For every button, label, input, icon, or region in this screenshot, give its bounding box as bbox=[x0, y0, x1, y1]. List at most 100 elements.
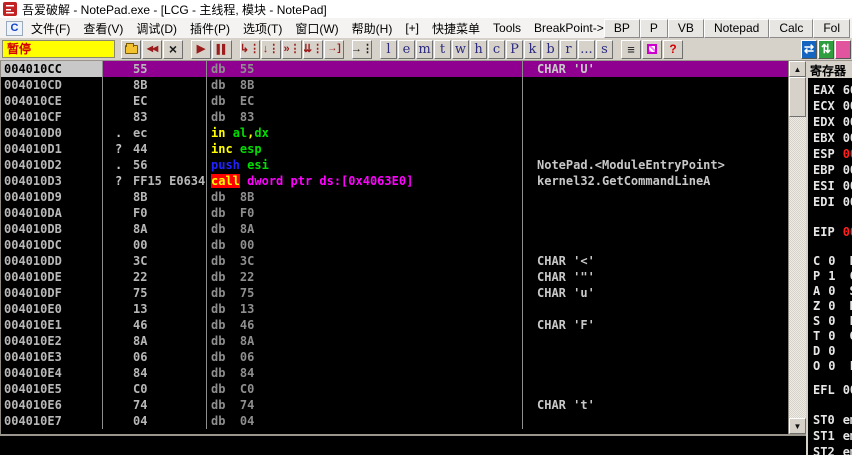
breakpoints-window-button[interactable]: b bbox=[542, 40, 559, 59]
menu-item[interactable]: 选项(T) bbox=[243, 20, 282, 37]
scrollbar-thumb[interactable] bbox=[789, 77, 806, 117]
swap-panes-button[interactable]: ⇄ bbox=[801, 40, 817, 59]
disassembly-scrollbar[interactable]: ▲ ▼ bbox=[788, 61, 806, 434]
flag-row-t[interactable]: T0G bbox=[808, 329, 852, 344]
flag-row-s[interactable]: S0F bbox=[808, 314, 852, 329]
disassembly-row[interactable]: 004010CD 8B db 8B bbox=[1, 77, 788, 93]
menu-item[interactable]: 插件(P) bbox=[190, 20, 230, 37]
plugin-button-calc[interactable]: Calc bbox=[769, 19, 813, 38]
disassembly-row[interactable]: 004010E5 C0 db C0 bbox=[1, 381, 788, 397]
help-button[interactable]: ? bbox=[663, 40, 683, 59]
menu-item[interactable]: 查看(V) bbox=[83, 20, 123, 37]
flag-row-c[interactable]: C0E bbox=[808, 254, 852, 269]
call-stack-window-button[interactable]: k bbox=[524, 40, 541, 59]
disassembly-row[interactable]: 004010E1 46 db 46 CHAR 'F' bbox=[1, 317, 788, 333]
disassembly-row[interactable]: 004010D3 ?FF15 E0634000 call dword ptr d… bbox=[1, 173, 788, 189]
disassembly-row[interactable]: 004010E7 04 db 04 bbox=[1, 413, 788, 429]
menu-item[interactable]: 调试(D) bbox=[136, 20, 177, 37]
open-file-button[interactable] bbox=[121, 40, 141, 59]
execute-till-return-button[interactable]: →] bbox=[324, 40, 344, 59]
step-over-button[interactable]: ↓⋮ bbox=[261, 40, 281, 59]
windows-list-button[interactable]: ≡ bbox=[621, 40, 641, 59]
disassembly-row[interactable]: 004010DB 8A db 8A bbox=[1, 221, 788, 237]
flag-row-a[interactable]: A0S bbox=[808, 284, 852, 299]
register-row-esi[interactable]: ESI00 bbox=[808, 178, 852, 194]
disassembly-row[interactable]: 004010D1 ?44 inc esp bbox=[1, 141, 788, 157]
cpu-window-button[interactable]: c bbox=[488, 40, 505, 59]
disassembly-row[interactable]: 004010E0 13 db 13 bbox=[1, 301, 788, 317]
disassembly-row[interactable]: 004010E3 06 db 06 bbox=[1, 349, 788, 365]
disassembly-row[interactable]: 004010D2 .56 push esi NotePad.<ModuleEnt… bbox=[1, 157, 788, 173]
registers-pane[interactable]: 寄存器 EAX66ECX00EDX00EBX00ESP00EBP00ESI00E… bbox=[806, 61, 852, 455]
plugin-button-fol[interactable]: Fol bbox=[813, 19, 850, 38]
flag-row-o[interactable]: O0L bbox=[808, 359, 852, 374]
disassembly-row[interactable]: 004010CE EC db EC bbox=[1, 93, 788, 109]
memory-window-button[interactable]: m bbox=[416, 40, 433, 59]
plugin-button-p[interactable]: P bbox=[640, 19, 668, 38]
windows-window-button[interactable]: w bbox=[452, 40, 469, 59]
menu-item[interactable]: BreakPoint-> bbox=[534, 21, 604, 35]
disassembly-pane[interactable]: 004010CC 55 db 55 CHAR 'U' 004010CD 8B d… bbox=[0, 61, 788, 434]
source-window-button[interactable]: s bbox=[596, 40, 613, 59]
menu-item[interactable]: 窗口(W) bbox=[295, 20, 338, 37]
run-trace-window-button[interactable]: ... bbox=[578, 40, 595, 59]
disassembly-row[interactable]: 004010E4 84 db 84 bbox=[1, 365, 788, 381]
folder-open-icon bbox=[125, 45, 138, 54]
cpu-window-icon[interactable]: C bbox=[6, 21, 23, 36]
close-button[interactable]: × bbox=[163, 40, 183, 59]
disassembly-row[interactable]: 004010E6 74 db 74 CHAR 't' bbox=[1, 397, 788, 413]
disassembly-row[interactable]: 004010CF 83 db 83 bbox=[1, 109, 788, 125]
register-row-st1[interactable]: ST1em bbox=[808, 428, 852, 444]
register-row-st0[interactable]: ST0em bbox=[808, 412, 852, 428]
menu-item[interactable]: Tools bbox=[493, 21, 521, 35]
step-into-button[interactable]: ↳⋮ bbox=[240, 40, 260, 59]
register-row-eax[interactable]: EAX66 bbox=[808, 82, 852, 98]
references-window-button[interactable]: r bbox=[560, 40, 577, 59]
register-row-edi[interactable]: EDI00 bbox=[808, 194, 852, 210]
menu-item[interactable]: 快捷菜单 bbox=[432, 20, 480, 37]
register-row-esp[interactable]: ESP00 bbox=[808, 146, 852, 162]
menu-item[interactable]: 帮助(H) bbox=[352, 20, 393, 37]
register-row-st2[interactable]: ST2em bbox=[808, 444, 852, 455]
disassembly-row[interactable]: 004010D9 8B db 8B bbox=[1, 189, 788, 205]
scroll-down-icon[interactable]: ▼ bbox=[789, 418, 806, 434]
register-row-ecx[interactable]: ECX00 bbox=[808, 98, 852, 114]
flag-row-d[interactable]: D0 bbox=[808, 344, 852, 359]
pause-button[interactable]: ▌▌ bbox=[212, 40, 232, 59]
disassembly-row[interactable]: 004010D0 .ec in al,dx bbox=[1, 125, 788, 141]
disassembly-row[interactable]: 004010DA F0 db F0 bbox=[1, 205, 788, 221]
menu-item[interactable]: [+] bbox=[405, 21, 419, 35]
plugin-button-bp[interactable]: BP bbox=[604, 19, 640, 38]
handles-window-button[interactable]: h bbox=[470, 40, 487, 59]
register-row-ebp[interactable]: EBP00 bbox=[808, 162, 852, 178]
plugin-button-vb[interactable]: VB bbox=[668, 19, 704, 38]
animate-into-button[interactable]: »⋮ bbox=[282, 40, 302, 59]
register-row-efl[interactable]: EFL00 bbox=[808, 382, 852, 398]
flag-row-p[interactable]: P1C bbox=[808, 269, 852, 284]
disassembly-row[interactable]: 004010DD 3C db 3C CHAR '<' bbox=[1, 253, 788, 269]
disassembly-row[interactable]: 004010DC 00 db 00 bbox=[1, 237, 788, 253]
log-window-button[interactable]: l bbox=[380, 40, 397, 59]
run-button[interactable]: ▶ bbox=[191, 40, 211, 59]
go-to-button[interactable]: →⋮ bbox=[352, 40, 372, 59]
updown-button[interactable]: ⇅ bbox=[818, 40, 834, 59]
scrollbar-track[interactable] bbox=[789, 117, 806, 418]
scroll-up-icon[interactable]: ▲ bbox=[789, 61, 806, 77]
plugin-button-notepad[interactable]: Notepad bbox=[704, 19, 769, 38]
disassembly-row[interactable]: 004010DE 22 db 22 CHAR '"' bbox=[1, 269, 788, 285]
register-row-edx[interactable]: EDX00 bbox=[808, 114, 852, 130]
animate-over-button[interactable]: ⇊⋮ bbox=[303, 40, 323, 59]
menu-item[interactable]: 文件(F) bbox=[31, 20, 70, 37]
disassembly-row[interactable]: 004010DF 75 db 75 CHAR 'u' bbox=[1, 285, 788, 301]
patches-window-button[interactable]: P bbox=[506, 40, 523, 59]
appearance-button[interactable] bbox=[642, 40, 662, 59]
register-row-ebx[interactable]: EBX00 bbox=[808, 130, 852, 146]
threads-window-button[interactable]: t bbox=[434, 40, 451, 59]
disassembly-row[interactable]: 004010E2 8A db 8A bbox=[1, 333, 788, 349]
pink-button[interactable] bbox=[835, 40, 851, 59]
flag-row-z[interactable]: Z0D bbox=[808, 299, 852, 314]
register-row-eip[interactable]: EIP00 bbox=[808, 224, 852, 240]
disassembly-row[interactable]: 004010CC 55 db 55 CHAR 'U' bbox=[1, 61, 788, 77]
executables-window-button[interactable]: e bbox=[398, 40, 415, 59]
restart-button[interactable]: ◀◀ bbox=[142, 40, 162, 59]
